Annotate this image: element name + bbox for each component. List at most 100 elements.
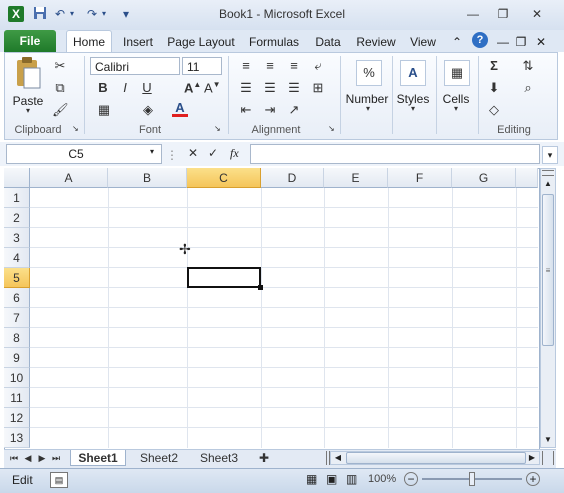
workbook-minimize-icon[interactable]: — [496, 33, 510, 51]
zoom-slider-thumb[interactable] [469, 472, 475, 486]
cancel-entry-icon[interactable]: ✕ [188, 146, 202, 160]
row-header-11[interactable]: 11 [4, 388, 30, 408]
center-icon[interactable]: ☰ [262, 80, 278, 96]
horizontal-scroll-thumb[interactable] [346, 452, 526, 464]
font-launcher-icon[interactable]: ↘ [214, 124, 221, 133]
active-cell-c5[interactable] [187, 267, 261, 288]
copy-icon[interactable]: ⧉ [52, 80, 68, 96]
zoom-in-icon[interactable]: + [526, 472, 540, 486]
underline-icon[interactable]: U [140, 80, 154, 95]
select-all-button[interactable] [4, 168, 30, 188]
restore-icon[interactable]: ❐ [492, 6, 514, 22]
macro-record-icon[interactable]: ▤ [50, 472, 68, 488]
page-break-view-icon[interactable]: ▥ [346, 472, 360, 486]
split-box-icon[interactable] [542, 170, 554, 176]
name-box-dropdown-icon[interactable]: ▾ [150, 147, 154, 156]
percent-icon[interactable]: % [356, 60, 382, 86]
fill-color-icon[interactable]: ◈ [140, 102, 156, 118]
decrease-indent-icon[interactable]: ⇤ [238, 102, 254, 118]
page-layout-view-icon[interactable]: ▣ [326, 472, 340, 486]
wrap-text-icon[interactable]: ⤶ [310, 58, 326, 74]
workbook-restore-icon[interactable]: ❐ [514, 33, 528, 51]
row-header-8[interactable]: 8 [4, 328, 30, 348]
font-name-combo[interactable]: Calibri [90, 57, 180, 75]
column-header-f[interactable]: F [388, 168, 452, 188]
formula-bar-grip[interactable]: ⋮ [166, 148, 178, 162]
tab-formulas[interactable]: Formulas [246, 33, 302, 51]
scroll-up-icon[interactable]: ▲ [542, 178, 554, 190]
grow-font-icon[interactable]: A▲ [184, 80, 201, 95]
column-header-b[interactable]: B [108, 168, 187, 188]
sheet-tab-sheet1[interactable]: Sheet1 [70, 450, 126, 466]
font-size-combo[interactable]: 11 [182, 57, 222, 75]
minimize-ribbon-icon[interactable]: ⌃ [450, 33, 464, 51]
row-header-10[interactable]: 10 [4, 368, 30, 388]
find-select-icon[interactable]: ⌕ [520, 80, 536, 96]
sheet-tab-sheet2[interactable]: Sheet2 [132, 450, 186, 466]
row-header-9[interactable]: 9 [4, 348, 30, 368]
fill-icon[interactable]: ⬇ [486, 80, 502, 96]
top-align-icon[interactable]: ≡ [238, 58, 254, 73]
insert-function-icon[interactable]: fx [230, 146, 246, 161]
cells-icon[interactable]: ▦ [444, 60, 470, 86]
paste-dropdown-icon[interactable]: ▾ [22, 106, 34, 115]
autosum-icon[interactable]: Σ [486, 58, 502, 73]
tab-review[interactable]: Review [354, 33, 398, 51]
column-header-h[interactable] [516, 168, 538, 188]
first-sheet-icon[interactable]: ⏮ [8, 451, 20, 465]
styles-icon[interactable]: A [400, 60, 426, 86]
column-header-e[interactable]: E [324, 168, 388, 188]
merge-center-icon[interactable]: ⊞ [310, 80, 326, 96]
alignment-launcher-icon[interactable]: ↘ [328, 124, 335, 133]
scroll-down-icon[interactable]: ▼ [542, 434, 554, 446]
cells-dropdown-icon[interactable]: ▾ [450, 104, 462, 113]
italic-icon[interactable]: I [118, 80, 132, 95]
sort-filter-icon[interactable]: ⇅ [520, 58, 536, 74]
tab-view[interactable]: View [406, 33, 440, 51]
scroll-right-icon[interactable]: ▶ [526, 452, 538, 464]
sheet-tab-sheet3[interactable]: Sheet3 [192, 450, 246, 466]
insert-sheet-icon[interactable]: ✚ [252, 450, 276, 466]
number-dropdown-icon[interactable]: ▾ [362, 104, 374, 113]
clear-icon[interactable]: ◇ [486, 102, 502, 118]
orientation-icon[interactable]: ↗ [286, 102, 302, 118]
zoom-level[interactable]: 100% [368, 473, 396, 485]
scroll-left-icon[interactable]: ◀ [332, 452, 344, 464]
column-header-g[interactable]: G [452, 168, 516, 188]
row-header-4[interactable]: 4 [4, 248, 30, 268]
align-right-icon[interactable]: ☰ [286, 80, 302, 96]
tab-page-layout[interactable]: Page Layout [166, 33, 236, 51]
paste-icon[interactable] [14, 56, 42, 90]
workbook-close-icon[interactable]: ✕ [534, 33, 548, 51]
format-painter-icon[interactable]: 🖌 [52, 102, 69, 118]
shrink-font-icon[interactable]: A▼ [204, 80, 221, 95]
borders-icon[interactable]: ▦ [96, 102, 112, 118]
cut-icon[interactable]: ✂ [52, 58, 68, 74]
prev-sheet-icon[interactable]: ◀ [22, 451, 34, 465]
tab-home[interactable]: Home [66, 30, 112, 53]
row-header-2[interactable]: 2 [4, 208, 30, 228]
row-header-1[interactable]: 1 [4, 188, 30, 208]
bottom-align-icon[interactable]: ≡ [286, 58, 302, 73]
enter-entry-icon[interactable]: ✓ [208, 146, 222, 160]
row-header-7[interactable]: 7 [4, 308, 30, 328]
minimize-icon[interactable]: — [462, 6, 484, 22]
tab-data[interactable]: Data [312, 33, 344, 51]
column-header-c[interactable]: C [187, 168, 261, 188]
tab-file[interactable]: File [4, 30, 56, 52]
tab-insert[interactable]: Insert [118, 33, 158, 51]
zoom-out-icon[interactable]: − [404, 472, 418, 486]
row-header-12[interactable]: 12 [4, 408, 30, 428]
middle-align-icon[interactable]: ≡ [262, 58, 278, 73]
last-sheet-icon[interactable]: ⏭ [50, 451, 62, 465]
formula-input[interactable] [250, 144, 540, 164]
clipboard-launcher-icon[interactable]: ↘ [72, 124, 79, 133]
expand-formula-bar-icon[interactable]: ▾ [542, 146, 558, 164]
align-left-icon[interactable]: ☰ [238, 80, 254, 96]
normal-view-icon[interactable]: ▦ [306, 472, 320, 486]
increase-indent-icon[interactable]: ⇥ [262, 102, 278, 118]
row-header-6[interactable]: 6 [4, 288, 30, 308]
font-color-icon[interactable]: A [172, 100, 188, 115]
row-header-5[interactable]: 5 [4, 268, 30, 288]
fill-handle[interactable] [258, 285, 263, 290]
